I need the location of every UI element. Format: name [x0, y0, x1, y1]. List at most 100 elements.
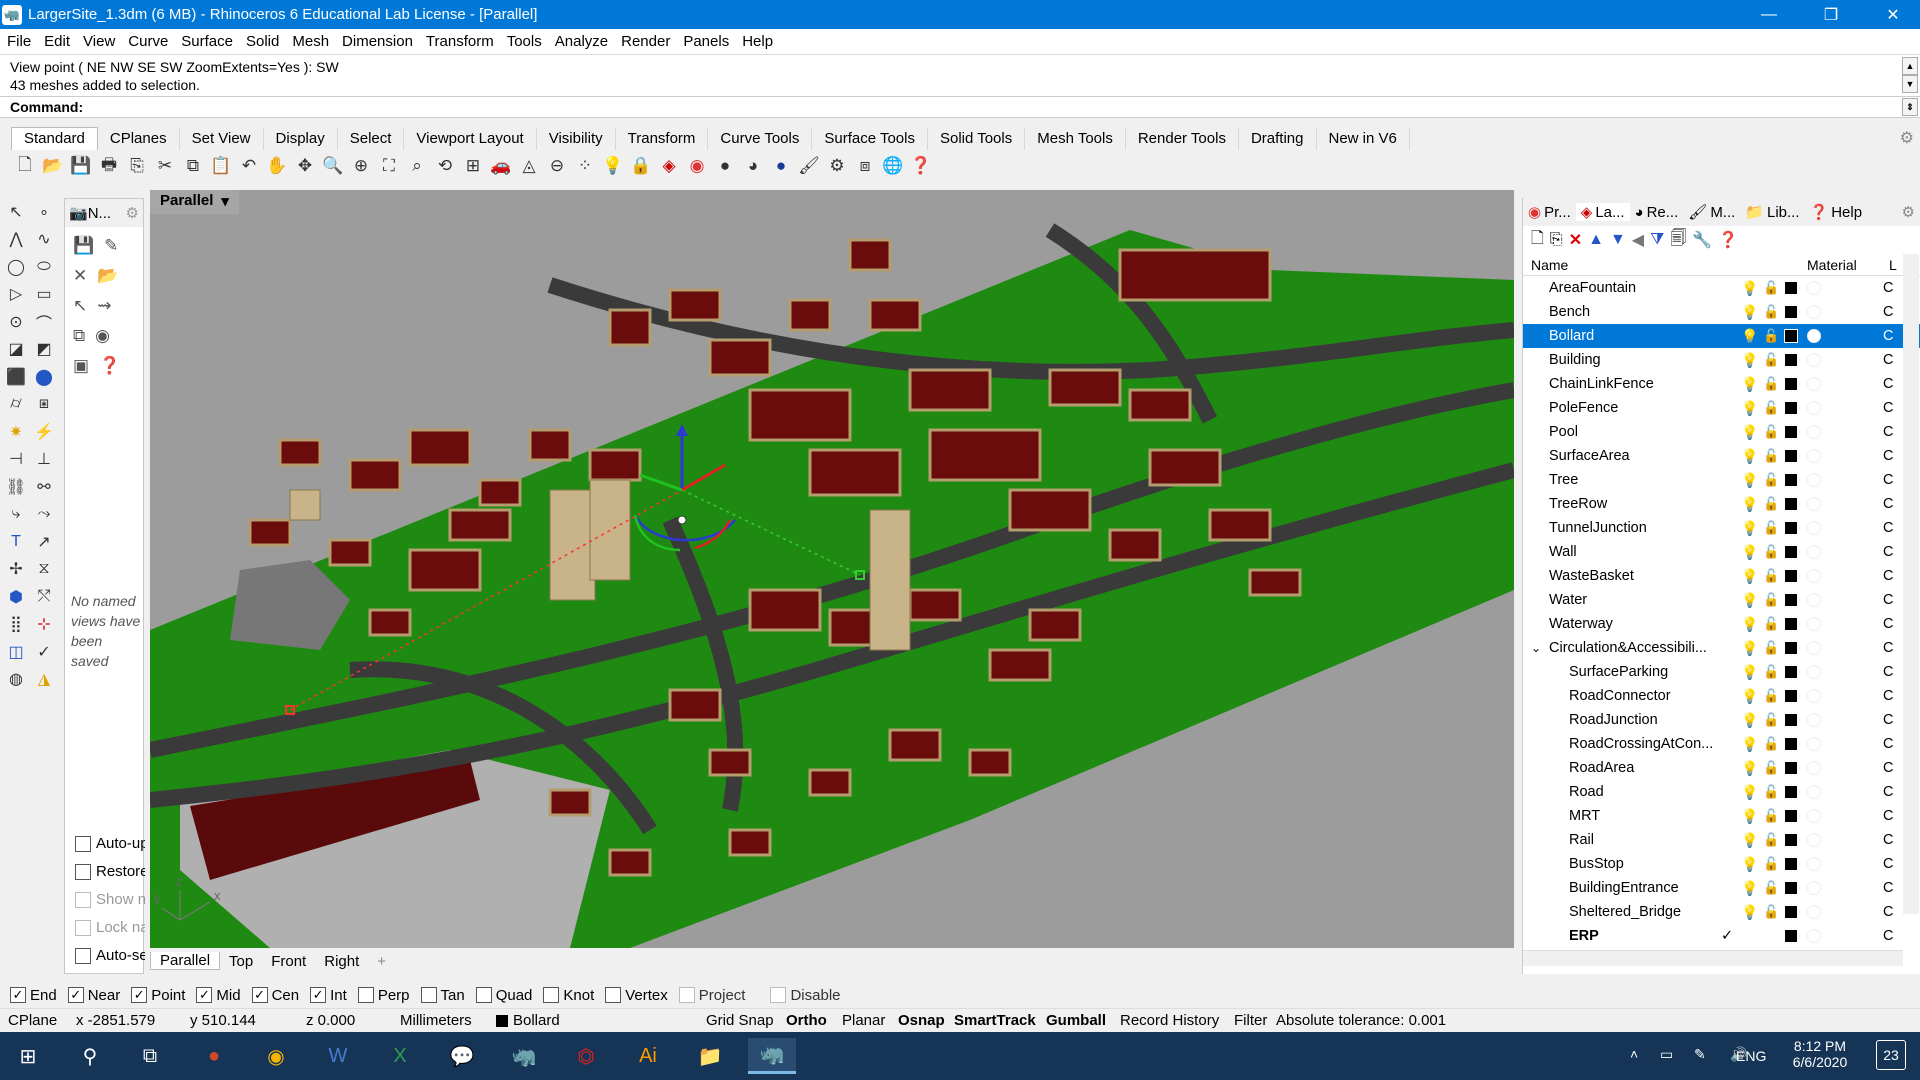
tab-layers[interactable]: ◈ La... [1575, 203, 1630, 221]
viewport-dropdown-icon[interactable]: ▾ [221, 192, 229, 212]
maximize-button[interactable]: ❐ [1800, 0, 1862, 29]
layer-lock-icon[interactable]: 🔓 [1763, 808, 1779, 824]
layer-color-swatch[interactable] [1785, 354, 1797, 366]
osnap-perp[interactable]: Perp [357, 987, 410, 1004]
layer-color-swatch[interactable] [1785, 714, 1797, 726]
layer-lock-icon[interactable]: 🔓 [1763, 352, 1779, 368]
menu-help[interactable]: Help [735, 33, 779, 50]
osnap-end[interactable]: ✓ End [10, 987, 57, 1004]
layer-visibility-bulb-icon[interactable]: 💡 [1741, 376, 1758, 393]
layer-row[interactable]: SurfaceParking 💡 🔓 C [1523, 660, 1920, 684]
paste-icon[interactable]: 📋 [207, 153, 235, 179]
mesh-icon[interactable]: ⧆ [30, 391, 58, 417]
copy-icon[interactable]: ⧉ [179, 153, 207, 179]
status-cplane[interactable]: CPlane [8, 1012, 57, 1029]
layer-material-icon[interactable] [1807, 497, 1821, 511]
layer-color-swatch[interactable] [1785, 522, 1797, 534]
orient-icon[interactable]: ⤲ [30, 584, 58, 610]
status-grid-snap[interactable]: Grid Snap [706, 1012, 774, 1029]
layer-row[interactable]: Building 💡 🔓 C [1523, 348, 1920, 372]
checkbox[interactable] [75, 835, 91, 852]
osnap-knot[interactable]: Knot [543, 987, 594, 1004]
status-planar[interactable]: Planar [842, 1012, 885, 1029]
layer-material-icon[interactable] [1807, 665, 1821, 679]
layer-lock-icon[interactable]: 🔓 [1763, 376, 1779, 392]
zoom-selected-icon[interactable]: ⌕ [403, 153, 431, 179]
layer-linetype[interactable]: C [1883, 856, 1893, 872]
array-icon[interactable]: ⣿ [2, 611, 30, 637]
save-view-icon[interactable]: 💾 [73, 236, 94, 256]
layer-color-swatch[interactable] [1785, 282, 1797, 294]
layer-linetype[interactable]: C [1883, 448, 1893, 464]
layer-lock-icon[interactable]: 🔓 [1763, 592, 1779, 608]
menu-tools[interactable]: Tools [500, 33, 548, 50]
layer-visibility-bulb-icon[interactable]: 💡 [1741, 280, 1758, 297]
sphere-shaded-icon[interactable]: ● [711, 153, 739, 179]
layer-material-icon[interactable] [1807, 425, 1821, 439]
options-gears-icon[interactable]: ⚙ [823, 153, 851, 179]
delete-layer-icon[interactable]: ✕ [1569, 230, 1582, 250]
checkbox[interactable]: ✓ [251, 987, 268, 1003]
status-ortho[interactable]: Ortho [786, 1012, 827, 1029]
box-solid-icon[interactable]: ⬛ [2, 364, 30, 390]
layer-visibility-bulb-icon[interactable]: 💡 [1741, 688, 1758, 705]
layer-material-icon[interactable] [1807, 809, 1821, 823]
layer-row[interactable]: Bollard 💡 🔓 C [1523, 324, 1920, 348]
named-position-icon[interactable]: ◬ [515, 153, 543, 179]
open-view-icon[interactable]: 📂 [97, 266, 118, 286]
layer-linetype[interactable]: C [1883, 304, 1893, 320]
tab-select[interactable]: Select [338, 128, 405, 150]
gumball-icon[interactable]: ⊹ [30, 611, 58, 637]
layer-linetype[interactable]: C [1883, 928, 1893, 944]
layer-lock-icon[interactable]: 🔓 [1763, 424, 1779, 440]
status-osnap[interactable]: Osnap [898, 1012, 945, 1029]
excel-icon[interactable]: X [376, 1038, 424, 1074]
layer-row[interactable]: Water 💡 🔓 C [1523, 588, 1920, 612]
layer-linetype[interactable]: C [1883, 760, 1893, 776]
analyze-icon[interactable]: ◫ [2, 639, 30, 665]
layer-linetype[interactable]: C [1883, 376, 1893, 392]
checkbox[interactable]: ✓ [131, 987, 148, 1003]
layer-lock-icon[interactable]: 🔓 [1763, 832, 1779, 848]
menu-view[interactable]: View [76, 33, 121, 50]
sphere-render-icon[interactable]: ◕ [739, 153, 767, 179]
task-view-icon[interactable]: ⧉ [126, 1038, 174, 1074]
layer-row[interactable]: AreaFountain 💡 🔓 C [1523, 276, 1920, 300]
layer-visibility-bulb-icon[interactable]: 💡 [1741, 784, 1758, 801]
layer-material-icon[interactable] [1807, 353, 1821, 367]
cylinder-icon[interactable]: ⌭ [2, 391, 30, 417]
illustrator-icon[interactable]: Ai [624, 1038, 672, 1074]
layer-visibility-bulb-icon[interactable]: 💡 [1741, 904, 1758, 921]
layer-visibility-bulb-icon[interactable]: 💡 [1741, 568, 1758, 585]
rotate-view-icon[interactable]: ✥ [291, 153, 319, 179]
layer-linetype[interactable]: C [1883, 544, 1893, 560]
pen-icon[interactable]: ✎ [1694, 1046, 1706, 1063]
chrome-icon[interactable]: ◉ [252, 1038, 300, 1074]
tab-set-view[interactable]: Set View [180, 128, 264, 150]
windows-start-icon[interactable]: ⊞ [4, 1038, 52, 1074]
layer-color-swatch[interactable] [1785, 786, 1797, 798]
layer-lock-icon[interactable]: 🔓 [1763, 904, 1779, 920]
auto-set-option[interactable]: Auto-se [75, 947, 145, 964]
layer-color-swatch[interactable] [1785, 402, 1797, 414]
layer-material-icon[interactable] [1807, 569, 1821, 583]
layer-color-swatch[interactable] [1785, 810, 1797, 822]
layer-visibility-bulb-icon[interactable]: 💡 [1741, 832, 1758, 849]
layer-material-icon[interactable] [1807, 377, 1821, 391]
layer-color-swatch[interactable] [1785, 546, 1797, 558]
show-view-icon[interactable]: ◉ [95, 326, 110, 346]
minimize-button[interactable]: — [1738, 0, 1800, 29]
layer-lock-icon[interactable]: 🔓 [1763, 304, 1779, 320]
layer-color-swatch[interactable] [1785, 858, 1797, 870]
split-icon[interactable]: ⊥ [30, 446, 58, 472]
layer-color-swatch[interactable] [1785, 378, 1797, 390]
layer-lock-icon[interactable]: 🔓 [1763, 544, 1779, 560]
layer-lock-icon[interactable]: 🔓 [1763, 712, 1779, 728]
layer-row[interactable]: WasteBasket 💡 🔓 C [1523, 564, 1920, 588]
layer-color-swatch[interactable] [1785, 762, 1797, 774]
layer-color-swatch[interactable] [1785, 882, 1797, 894]
layer-linetype[interactable]: C [1883, 472, 1893, 488]
status-units[interactable]: Millimeters [400, 1012, 472, 1029]
boolean-icon[interactable]: ⚡ [30, 419, 58, 445]
layer-row[interactable]: Waterway 💡 🔓 C [1523, 612, 1920, 636]
